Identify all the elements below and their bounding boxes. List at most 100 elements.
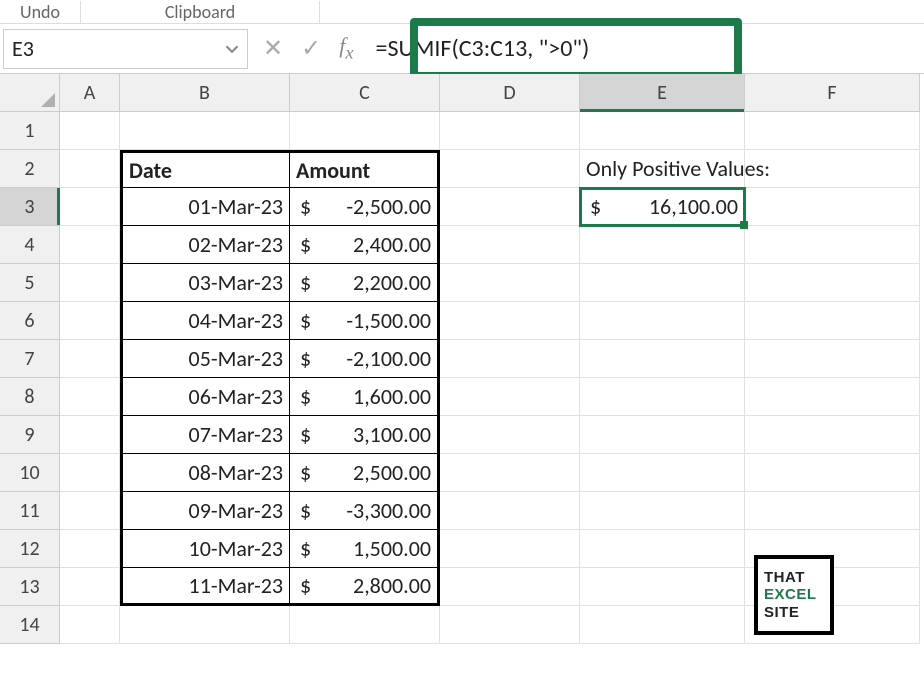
cell-C9[interactable]: $3,100.00 <box>290 416 440 454</box>
cell-F1[interactable] <box>745 112 920 150</box>
cell-A8[interactable] <box>60 378 120 416</box>
cell-B1[interactable] <box>120 112 290 150</box>
cell-B13[interactable]: 11-Mar-23 <box>120 568 290 606</box>
cell-A3[interactable] <box>60 188 120 226</box>
cell-E10[interactable] <box>580 454 745 492</box>
cell-D3[interactable] <box>440 188 580 226</box>
row-header-9[interactable]: 9 <box>0 416 60 454</box>
cell-E8[interactable] <box>580 378 745 416</box>
cell-A12[interactable] <box>60 530 120 568</box>
cell-F10[interactable] <box>745 454 920 492</box>
cell-D12[interactable] <box>440 530 580 568</box>
cell-B12[interactable]: 10-Mar-23 <box>120 530 290 568</box>
cell-C12[interactable]: $1,500.00 <box>290 530 440 568</box>
cell-E6[interactable] <box>580 302 745 340</box>
cell-B4[interactable]: 02-Mar-23 <box>120 226 290 264</box>
cell-E2[interactable]: Only Positive Values: <box>580 150 745 188</box>
cell-D7[interactable] <box>440 340 580 378</box>
cell-E11[interactable] <box>580 492 745 530</box>
cell-F2[interactable] <box>745 150 920 188</box>
cell-C5[interactable]: $2,200.00 <box>290 264 440 302</box>
cell-C8[interactable]: $1,600.00 <box>290 378 440 416</box>
cell-F7[interactable] <box>745 340 920 378</box>
cell-F9[interactable] <box>745 416 920 454</box>
cell-C1[interactable] <box>290 112 440 150</box>
cell-E12[interactable] <box>580 530 745 568</box>
cell-C6[interactable]: $-1,500.00 <box>290 302 440 340</box>
ribbon-group-undo[interactable]: Undo <box>0 1 80 23</box>
ribbon-group-clipboard[interactable]: Clipboard <box>80 1 320 23</box>
cell-B10[interactable]: 08-Mar-23 <box>120 454 290 492</box>
col-header-A[interactable]: A <box>60 74 120 112</box>
cell-A2[interactable] <box>60 150 120 188</box>
cell-F4[interactable] <box>745 226 920 264</box>
cell-C13[interactable]: $2,800.00 <box>290 568 440 606</box>
cell-D10[interactable] <box>440 454 580 492</box>
cell-A5[interactable] <box>60 264 120 302</box>
fx-icon[interactable]: fx <box>339 33 353 63</box>
cell-A13[interactable] <box>60 568 120 606</box>
cell-D6[interactable] <box>440 302 580 340</box>
cell-F6[interactable] <box>745 302 920 340</box>
cell-E1[interactable] <box>580 112 745 150</box>
cell-D9[interactable] <box>440 416 580 454</box>
cell-E9[interactable] <box>580 416 745 454</box>
cell-F3[interactable] <box>745 188 920 226</box>
row-header-3[interactable]: 3 <box>0 188 60 226</box>
row-header-7[interactable]: 7 <box>0 340 60 378</box>
cell-D2[interactable] <box>440 150 580 188</box>
enter-icon[interactable]: ✓ <box>301 34 321 63</box>
cell-B5[interactable]: 03-Mar-23 <box>120 264 290 302</box>
cell-B2[interactable]: Date <box>120 150 290 188</box>
col-header-D[interactable]: D <box>440 74 580 112</box>
cell-E14[interactable] <box>580 606 745 644</box>
cell-B9[interactable]: 07-Mar-23 <box>120 416 290 454</box>
cell-B11[interactable]: 09-Mar-23 <box>120 492 290 530</box>
cell-A4[interactable] <box>60 226 120 264</box>
cell-C7[interactable]: $-2,100.00 <box>290 340 440 378</box>
cell-E7[interactable] <box>580 340 745 378</box>
cell-A6[interactable] <box>60 302 120 340</box>
select-all-corner[interactable] <box>0 74 60 112</box>
cell-D13[interactable] <box>440 568 580 606</box>
cell-F8[interactable] <box>745 378 920 416</box>
cell-D1[interactable] <box>440 112 580 150</box>
col-header-B[interactable]: B <box>120 74 290 112</box>
cell-B6[interactable]: 04-Mar-23 <box>120 302 290 340</box>
cell-D8[interactable] <box>440 378 580 416</box>
cell-A11[interactable] <box>60 492 120 530</box>
name-box[interactable]: E3 <box>3 29 248 69</box>
cell-D4[interactable] <box>440 226 580 264</box>
row-header-5[interactable]: 5 <box>0 264 60 302</box>
cell-A10[interactable] <box>60 454 120 492</box>
row-header-11[interactable]: 11 <box>0 492 60 530</box>
cell-C14[interactable] <box>290 606 440 644</box>
cell-B14[interactable] <box>120 606 290 644</box>
cell-E3[interactable]: $16,100.00 <box>580 188 745 226</box>
row-header-2[interactable]: 2 <box>0 150 60 188</box>
row-header-13[interactable]: 13 <box>0 568 60 606</box>
row-header-12[interactable]: 12 <box>0 530 60 568</box>
row-header-14[interactable]: 14 <box>0 606 60 644</box>
row-header-6[interactable]: 6 <box>0 302 60 340</box>
cell-C11[interactable]: $-3,300.00 <box>290 492 440 530</box>
col-header-F[interactable]: F <box>745 74 920 112</box>
cell-E4[interactable] <box>580 226 745 264</box>
cell-D11[interactable] <box>440 492 580 530</box>
cell-F5[interactable] <box>745 264 920 302</box>
cell-A7[interactable] <box>60 340 120 378</box>
cell-B7[interactable]: 05-Mar-23 <box>120 340 290 378</box>
cell-E13[interactable] <box>580 568 745 606</box>
row-header-10[interactable]: 10 <box>0 454 60 492</box>
chevron-down-icon[interactable] <box>225 42 239 56</box>
row-header-4[interactable]: 4 <box>0 226 60 264</box>
cell-D14[interactable] <box>440 606 580 644</box>
col-header-C[interactable]: C <box>290 74 440 112</box>
cancel-icon[interactable]: ✕ <box>263 34 283 63</box>
cell-E5[interactable] <box>580 264 745 302</box>
cell-C2[interactable]: Amount <box>290 150 440 188</box>
cell-B8[interactable]: 06-Mar-23 <box>120 378 290 416</box>
cell-A9[interactable] <box>60 416 120 454</box>
row-header-1[interactable]: 1 <box>0 112 60 150</box>
col-header-E[interactable]: E <box>580 74 745 112</box>
